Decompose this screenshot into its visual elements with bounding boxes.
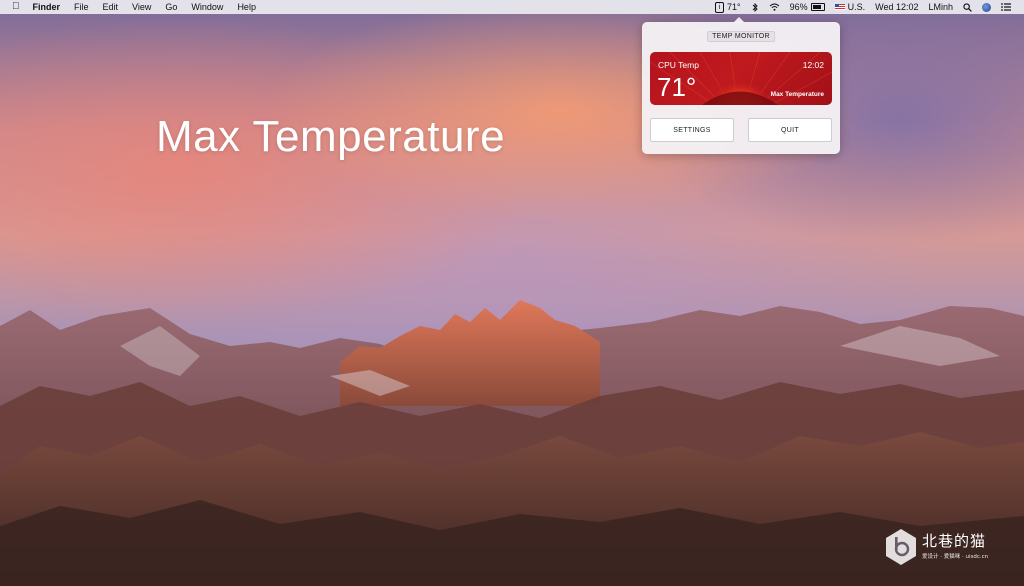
spotlight-search-icon[interactable] [958,2,977,12]
bluetooth-icon[interactable] [746,2,764,12]
menu-view[interactable]: View [125,0,158,14]
desktop-wallpaper [0,0,1024,586]
watermark-subtitle: 爱设计 · 爱猫咪 · uisdc.cn [922,554,989,560]
menu-file[interactable]: File [67,0,96,14]
temp-monitor-status-item[interactable]: i 71° [710,0,746,14]
cpu-temp-time: 12:02 [802,60,824,70]
quit-button[interactable]: QUIT [748,118,832,142]
cpu-temp-value: 71° [657,72,697,102]
watermark: 北巷的猫 爱设计 · 爱猫咪 · uisdc.cn [884,528,1019,568]
max-temperature-caption: Max Temperature [770,91,824,98]
notification-center-icon[interactable] [996,3,1016,11]
watermark-logo-icon [886,529,916,565]
popover-title: TEMP MONITOR [707,31,775,42]
mountains-illustration [0,300,1024,586]
battery-percent: 96% [789,2,808,12]
apple-menu-icon[interactable]:  [10,0,26,14]
clock[interactable]: Wed 12:02 [870,0,923,14]
cpu-temp-card: CPU Temp 12:02 71° Max Temperature [650,52,832,105]
watermark-name: 北巷的猫 [922,532,987,550]
menu-help[interactable]: Help [230,0,263,14]
status-temp: 71° [726,2,741,12]
cpu-temp-label: CPU Temp [658,60,699,70]
menu-edit[interactable]: Edit [96,0,126,14]
menu-bar:  Finder File Edit View Go Window Help i… [0,0,1024,14]
siri-icon[interactable] [977,2,996,12]
menu-app-name[interactable]: Finder [26,0,68,14]
wifi-icon[interactable] [764,3,785,11]
input-source[interactable]: U.S. [830,0,871,14]
battery-status[interactable]: 96% [785,0,830,14]
hero-title: Max Temperature [156,112,506,161]
settings-button[interactable]: SETTINGS [650,118,734,142]
menu-window[interactable]: Window [184,0,230,14]
thermometer-icon: i [714,1,724,13]
menu-go[interactable]: Go [158,0,184,14]
us-flag-icon [834,4,845,10]
temp-monitor-popover: TEMP MONITOR CPU Temp 12:02 71° Max Temp… [642,17,840,154]
user-menu[interactable]: LMinh [923,0,958,14]
input-source-label: U.S. [847,2,866,12]
battery-icon [810,3,825,11]
